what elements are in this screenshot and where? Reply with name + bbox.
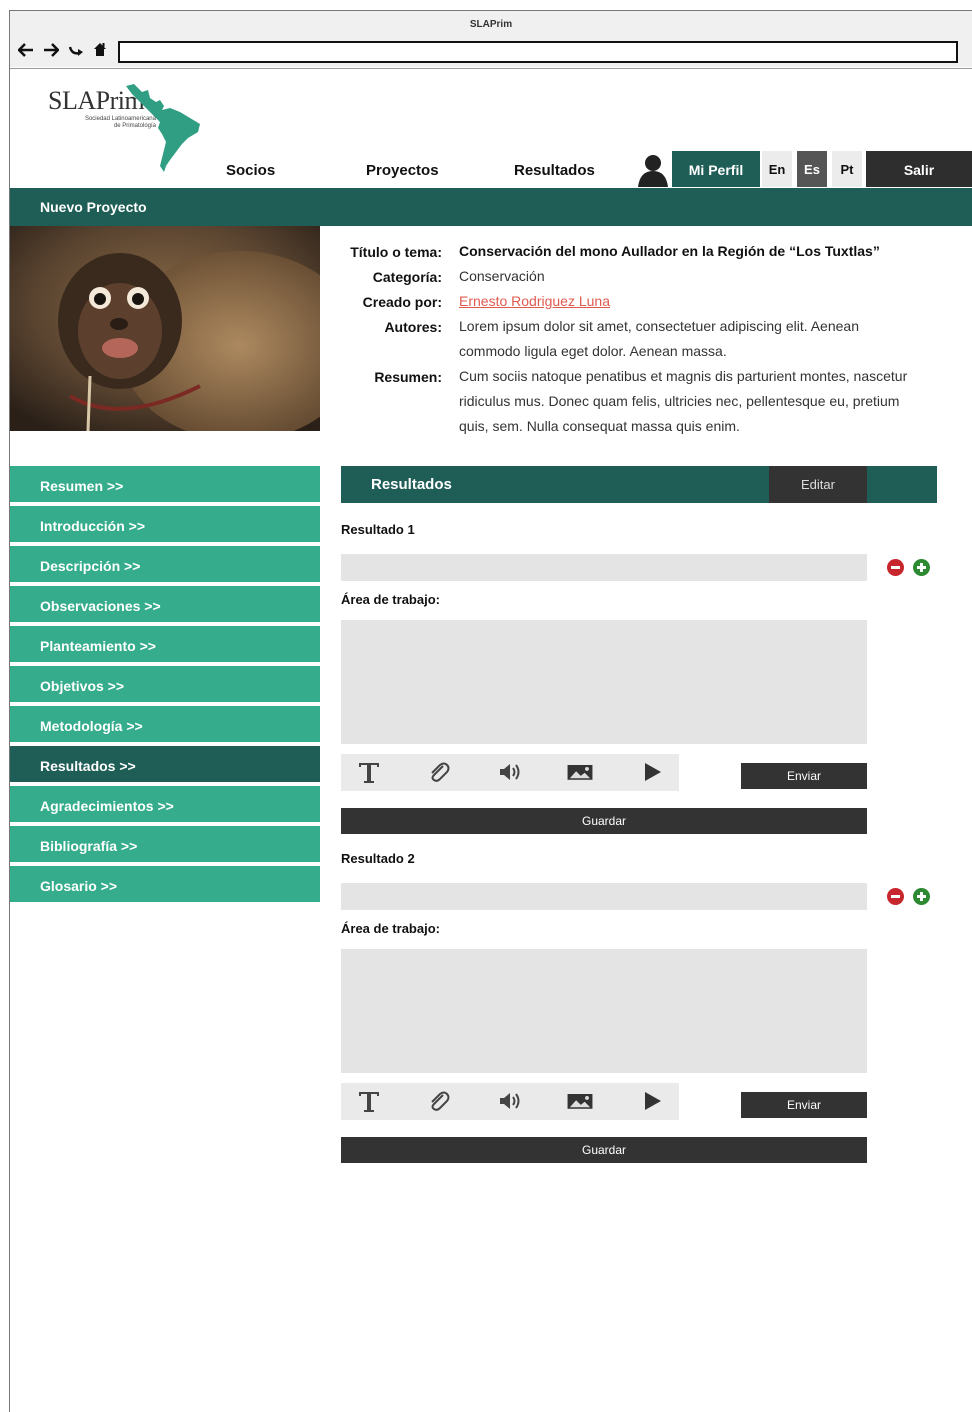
workspace-2-textarea[interactable] [341, 949, 867, 1073]
authors-label: Autores: [384, 319, 442, 335]
user-silhouette-icon [638, 155, 668, 187]
window-titlebar: SLAPrim [10, 11, 972, 37]
paperclip-icon[interactable] [425, 1089, 453, 1113]
my-profile-button[interactable]: Mi Perfil [672, 151, 760, 187]
sidebar-item-objetivos[interactable]: Objetivos >> [10, 666, 320, 704]
language-es-button[interactable]: Es [797, 151, 827, 187]
remove-result-2-icon[interactable] [887, 888, 904, 905]
menu-proyectos[interactable]: Proyectos [366, 162, 439, 179]
audio-icon[interactable] [496, 760, 524, 784]
sidebar-item-descripcion[interactable]: Descripción >> [10, 546, 320, 584]
logout-button[interactable]: Salir [866, 151, 972, 187]
workspace-2-label: Área de trabajo: [341, 921, 440, 936]
remove-result-1-icon[interactable] [887, 559, 904, 576]
refresh-icon[interactable] [68, 43, 84, 57]
menu-resultados[interactable]: Resultados [514, 162, 595, 179]
results-title: Resultados [371, 476, 452, 493]
result-1-input[interactable] [341, 554, 867, 581]
title-label: Título o tema: [350, 244, 442, 260]
window-title: SLAPrim [469, 19, 513, 30]
monkey-photo-image [10, 226, 320, 431]
divider [10, 68, 972, 69]
sidebar-item-metodologia[interactable]: Metodología >> [10, 706, 320, 744]
avatar[interactable] [634, 151, 672, 187]
paperclip-icon[interactable] [425, 760, 453, 784]
sidebar-item-introduccion[interactable]: Introducción >> [10, 506, 320, 544]
video-play-icon[interactable] [639, 760, 667, 784]
add-result-2-icon[interactable] [913, 888, 930, 905]
edit-button[interactable]: Editar [769, 466, 867, 503]
project-photo [10, 226, 320, 431]
text-format-icon[interactable] [355, 760, 383, 784]
video-play-icon[interactable] [639, 1089, 667, 1113]
media-toolbar-1 [341, 754, 679, 791]
project-title: Conservación del mono Aullador en la Reg… [459, 243, 880, 259]
url-bar[interactable] [118, 41, 958, 63]
audio-icon[interactable] [496, 1089, 524, 1113]
project-authors: Lorem ipsum dolor sit amet, consectetuer… [459, 318, 859, 359]
back-arrow-icon[interactable] [18, 43, 34, 57]
save-button-2[interactable]: Guardar [341, 1137, 867, 1163]
save-button-1[interactable]: Guardar [341, 808, 867, 834]
category-label: Categoría: [372, 269, 442, 285]
send-button-2[interactable]: Enviar [741, 1092, 867, 1118]
forward-arrow-icon[interactable] [43, 43, 59, 57]
sidebar-item-resumen[interactable]: Resumen >> [10, 466, 320, 504]
section-title: Nuevo Proyecto [40, 199, 147, 215]
summary-label: Resumen: [374, 369, 442, 385]
text-format-icon[interactable] [355, 1089, 383, 1113]
image-icon[interactable] [566, 760, 594, 784]
sidebar-item-glosario[interactable]: Glosario >> [10, 866, 320, 904]
results-header: Resultados Editar [341, 466, 937, 503]
result-2-input[interactable] [341, 883, 867, 910]
project-summary: Cum sociis natoque penatibus et magnis d… [459, 368, 908, 434]
sidebar-item-resultados[interactable]: Resultados >> [10, 746, 320, 784]
creator-link[interactable]: Ernesto Rodriguez Luna [459, 289, 919, 314]
result-2-title: Resultado 2 [341, 851, 415, 866]
media-toolbar-2 [341, 1083, 679, 1120]
workspace-1-textarea[interactable] [341, 620, 867, 744]
workspace-1-label: Área de trabajo: [341, 592, 440, 607]
latin-america-map-icon [126, 84, 200, 172]
language-en-button[interactable]: En [762, 151, 792, 187]
add-result-icon[interactable] [913, 559, 930, 576]
image-icon[interactable] [566, 1089, 594, 1113]
result-1-title: Resultado 1 [341, 522, 415, 537]
language-pt-button[interactable]: Pt [832, 151, 862, 187]
sidebar-item-bibliografia[interactable]: Bibliografía >> [10, 826, 320, 864]
sidebar-item-agradecimientos[interactable]: Agradecimientos >> [10, 786, 320, 824]
sidebar-item-observaciones[interactable]: Observaciones >> [10, 586, 320, 624]
home-icon[interactable] [93, 41, 107, 57]
sidebar-item-planteamiento[interactable]: Planteamiento >> [10, 626, 320, 664]
created-by-label: Creado por: [362, 294, 442, 310]
send-button-1[interactable]: Enviar [741, 763, 867, 789]
menu-socios[interactable]: Socios [226, 162, 275, 179]
project-category: Conservación [459, 268, 545, 284]
section-header: Nuevo Proyecto [10, 188, 972, 226]
